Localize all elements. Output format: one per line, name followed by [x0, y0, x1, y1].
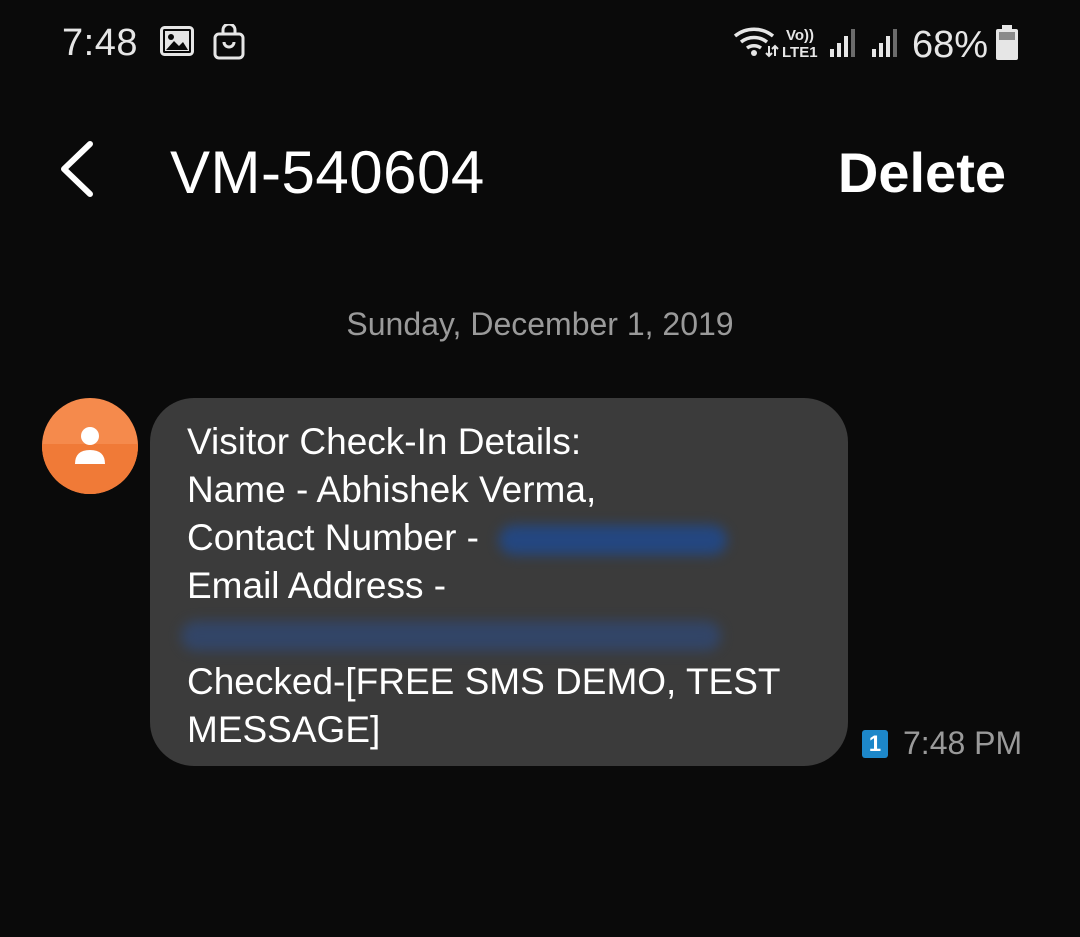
- battery-icon: [994, 25, 1020, 66]
- svg-text:Vo)): Vo)): [786, 27, 814, 44]
- signal-icon: [828, 27, 860, 64]
- chevron-left-icon: [61, 141, 93, 197]
- conversation-header: VM-540604 Delete: [0, 110, 1080, 240]
- message-line: Contact Number -: [187, 514, 781, 562]
- delete-button[interactable]: Delete: [838, 140, 1006, 205]
- message-line-text: Contact Number -: [187, 517, 490, 558]
- message-body: Visitor Check-In Details: Name - Abhishe…: [181, 418, 781, 754]
- status-time: 7:48: [62, 22, 138, 64]
- contact-title: VM-540604: [170, 139, 485, 206]
- message-line: Visitor Check-In Details:: [187, 421, 582, 462]
- signal-icon: [870, 27, 902, 64]
- message-line: Checked-[FREE SMS DEMO, TEST: [187, 661, 781, 702]
- svg-text:LTE1: LTE1: [782, 44, 818, 60]
- avatar[interactable]: [42, 398, 138, 494]
- date-divider: Sunday, December 1, 2019: [346, 306, 734, 342]
- message-time: 7:48 PM: [903, 725, 1023, 761]
- message-line: [181, 610, 781, 658]
- redacted-phone-number: [499, 525, 728, 556]
- wifi-icon: [733, 24, 779, 63]
- back-button[interactable]: [50, 134, 110, 204]
- gallery-icon: [160, 26, 194, 61]
- message-line: Email Address -: [187, 565, 447, 606]
- bag-icon: [212, 22, 246, 65]
- message-line: MESSAGE]: [187, 709, 381, 750]
- volte-icon: Vo)) LTE1: [782, 26, 826, 65]
- status-bar: 7:48 Vo)) LTE1 68%: [0, 0, 1080, 90]
- battery-percent: 68%: [912, 24, 989, 66]
- person-icon: [75, 427, 105, 464]
- message-bubble[interactable]: Visitor Check-In Details: Name - Abhishe…: [150, 398, 848, 766]
- redacted-email-address: [181, 621, 721, 652]
- sim-badge: 1: [862, 730, 888, 758]
- message-line: Name - Abhishek Verma,: [187, 469, 597, 510]
